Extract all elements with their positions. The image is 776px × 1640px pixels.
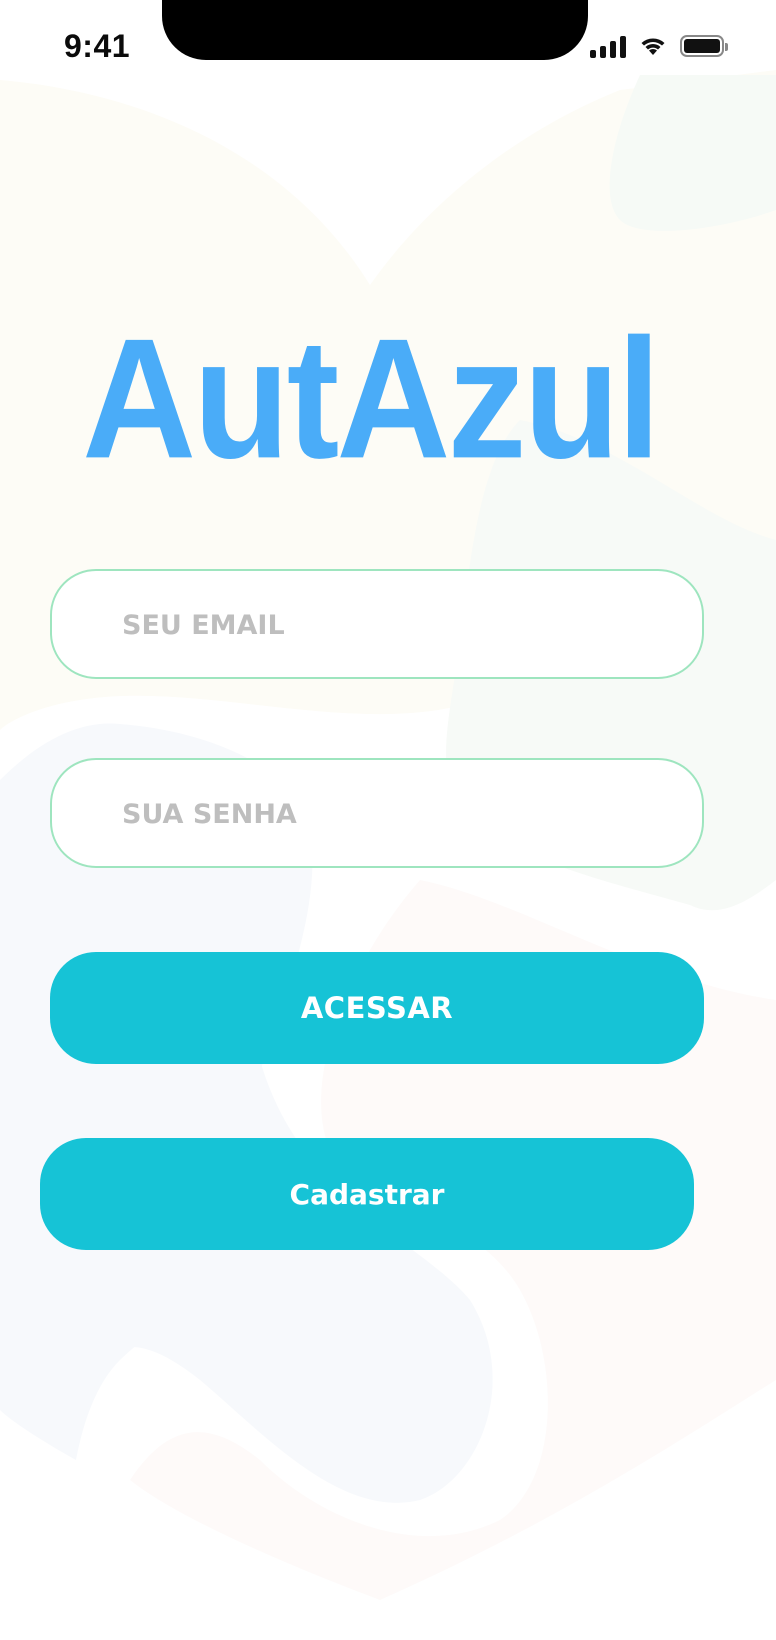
login-screen: 9:41 AutAzul ACESSAR Cadastrar — [0, 0, 776, 1640]
register-button[interactable]: Cadastrar — [40, 1138, 694, 1250]
app-logo: AutAzul — [82, 303, 661, 495]
email-field[interactable] — [50, 569, 704, 679]
password-input[interactable] — [120, 760, 684, 868]
password-field[interactable] — [50, 758, 704, 868]
cellular-signal-icon — [590, 34, 626, 58]
email-input[interactable] — [120, 571, 684, 679]
wifi-icon — [641, 38, 665, 55]
status-icons — [590, 34, 728, 58]
access-button[interactable]: ACESSAR — [50, 952, 704, 1064]
status-bar: 9:41 — [0, 0, 776, 100]
status-time: 9:41 — [64, 28, 131, 64]
device-notch — [162, 0, 588, 60]
battery-icon — [680, 35, 728, 57]
